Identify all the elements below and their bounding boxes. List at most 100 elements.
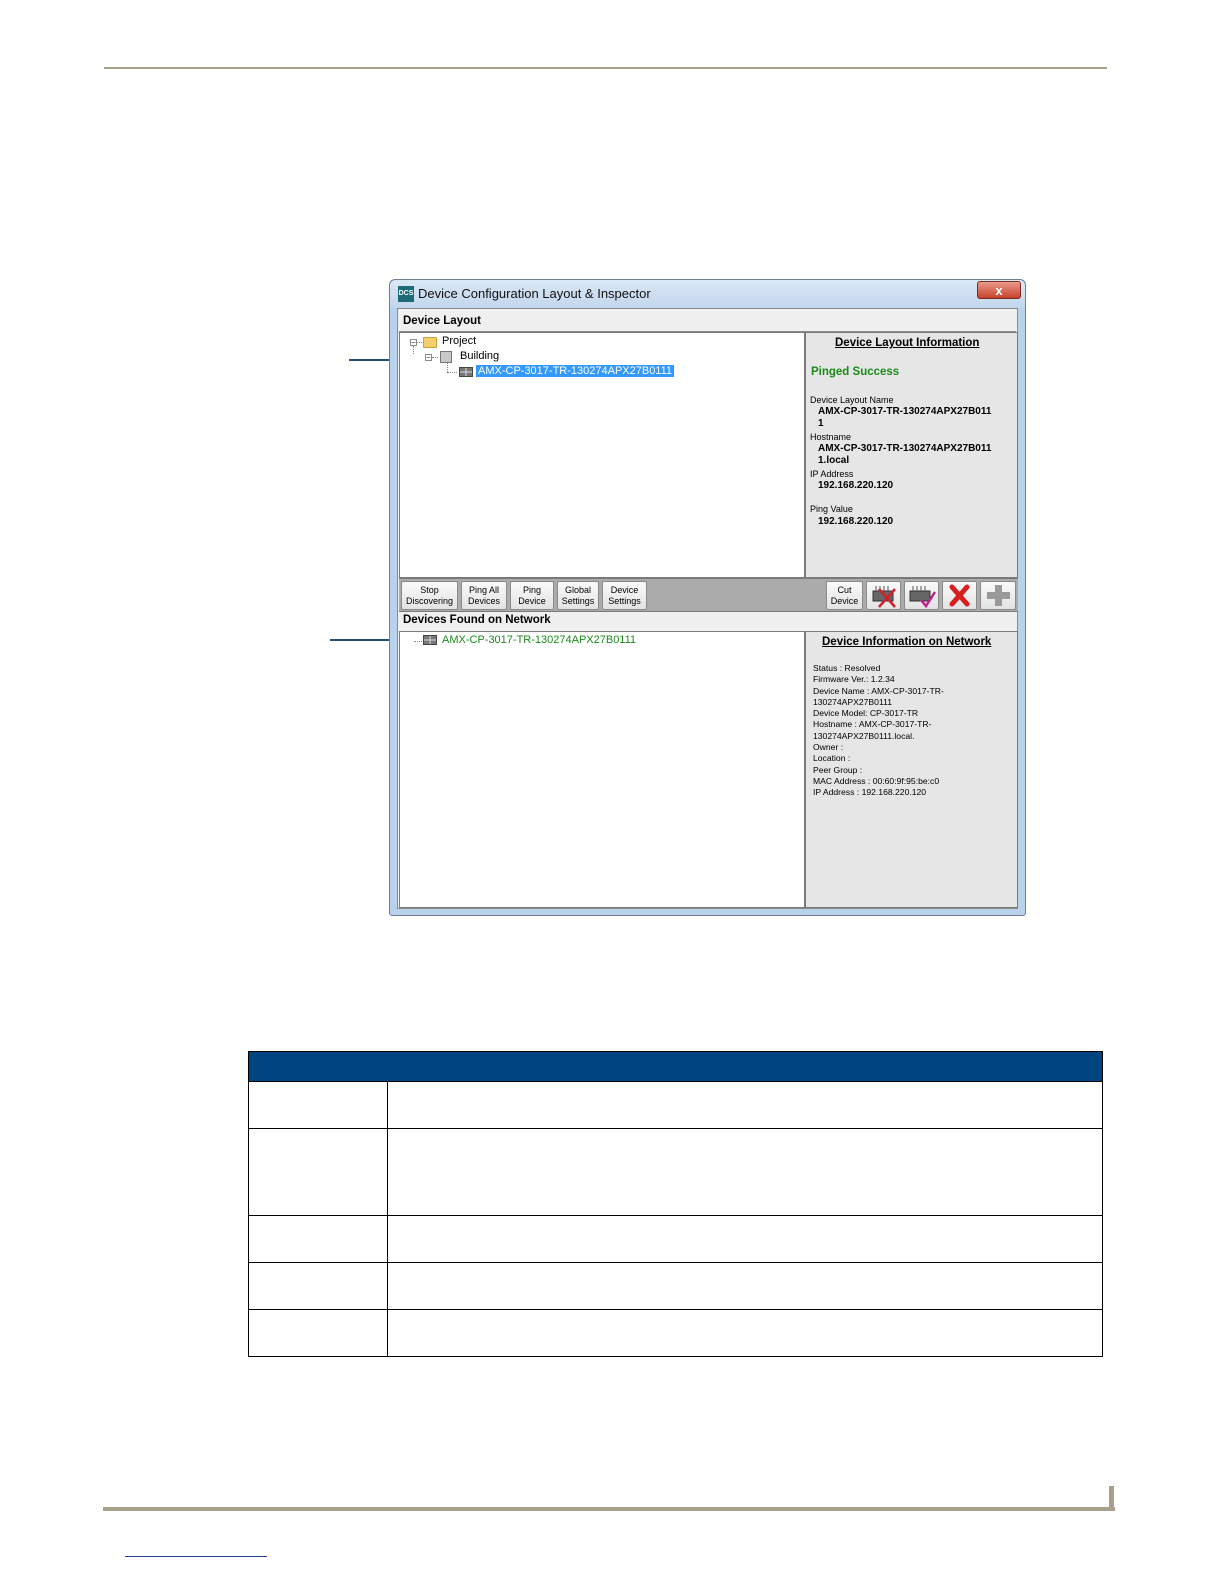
tree-connector [414, 641, 422, 642]
device-icon [423, 635, 437, 645]
table-row [248, 1262, 1103, 1310]
button-label: Device [518, 596, 546, 606]
button-label: Cut [837, 585, 852, 595]
network-device-item[interactable]: AMX-CP-3017-TR-130274APX27B0111 [442, 634, 636, 646]
building-icon [440, 351, 452, 363]
title-bar[interactable]: DCS Device Configuration Layout & Inspec… [390, 280, 1025, 308]
devices-found-list[interactable]: AMX-CP-3017-TR-130274APX27B0111 [399, 631, 805, 908]
mac-address-line: MAC Address : 00:60:9f:95:be:c0 [813, 775, 940, 786]
tree-connector [432, 357, 438, 358]
button-label: Settings [561, 596, 595, 606]
tree-connector [447, 372, 457, 373]
hostname-label: Hostname [810, 432, 852, 442]
footer-link-underline[interactable] [125, 1556, 267, 1557]
footer-rule-corner [1109, 1486, 1114, 1511]
ping-value: 192.168.220.120 [818, 516, 894, 527]
close-button[interactable]: x [977, 281, 1021, 299]
table-cell [248, 1215, 388, 1263]
remove-device-icon [872, 586, 896, 608]
tree-connector [447, 363, 448, 372]
button-label: Global [564, 585, 591, 595]
hostname-value-cont: 1.local [818, 455, 850, 466]
location-line: Location : [813, 753, 851, 764]
device-layout-info-title: Device Layout Information [835, 337, 980, 349]
device-layout-info-panel: Device Layout Information Pinged Success… [805, 332, 1018, 578]
layout-name-value: AMX-CP-3017-TR-130274APX27B011 [818, 406, 992, 417]
network-info-details: Status : Resolved Firmware Ver.: 1.2.34 … [813, 663, 944, 799]
device-name-line: Device Name : AMX-CP-3017-TR- [813, 685, 944, 696]
table-header [248, 1051, 1103, 1082]
device-name-line-cont: 130274APX27B0111 [813, 696, 893, 707]
table-cell [248, 1128, 388, 1216]
delete-button[interactable] [942, 581, 977, 610]
table-cell [387, 1081, 1103, 1129]
devices-found-label: Devices Found on Network [403, 614, 551, 626]
button-label: Ping [522, 585, 541, 595]
ip-address-label: IP Address [810, 469, 854, 479]
table-cell [248, 1309, 388, 1357]
table-cell [387, 1309, 1103, 1357]
collapse-building-icon[interactable]: − [425, 354, 432, 362]
button-label: Stop [420, 585, 439, 595]
footer-rule [103, 1507, 1115, 1511]
owner-line: Owner : [813, 742, 844, 753]
hostname-value: AMX-CP-3017-TR-130274APX27B011 [818, 443, 992, 454]
ping-all-devices-button[interactable]: Ping All Devices [461, 581, 507, 610]
check-device-button[interactable] [904, 581, 939, 610]
table-cell [387, 1128, 1103, 1216]
layout-name-value-cont: 1 [818, 418, 824, 429]
check-device-icon [909, 586, 937, 609]
device-settings-button[interactable]: Device Settings [602, 581, 647, 610]
button-label: Device [610, 585, 639, 595]
device-icon [459, 367, 473, 377]
hostname-line: Hostname : AMX-CP-3017-TR- [813, 719, 932, 730]
device-layout-tree[interactable]: − Project − Building AMX-CP-3017-TR-1302… [399, 332, 805, 578]
table-cell [248, 1081, 388, 1129]
tree-item-project[interactable]: Project [442, 335, 476, 347]
remove-device-button[interactable] [866, 581, 901, 610]
button-label: Devices [467, 596, 500, 606]
add-icon [987, 585, 1010, 606]
peer-group-line: Peer Group : [813, 764, 863, 775]
tree-item-building[interactable]: Building [460, 350, 499, 362]
window-title: Device Configuration Layout & Inspector [418, 286, 651, 301]
table-row [248, 1309, 1103, 1357]
table-row [248, 1215, 1103, 1263]
cut-device-button[interactable]: Cut Device [826, 581, 863, 610]
table-cell [387, 1262, 1103, 1310]
description-table [248, 1051, 1103, 1357]
button-label: Ping All [468, 585, 500, 595]
ping-value-label: Ping Value [810, 504, 853, 514]
layout-name-label: Device Layout Name [810, 395, 894, 405]
ip-address-line: IP Address : 192.168.220.120 [813, 787, 927, 798]
table-cell [248, 1262, 388, 1310]
stop-discovering-button[interactable]: Stop Discovering [401, 581, 458, 610]
button-label: Settings [608, 596, 641, 606]
delete-icon [949, 584, 970, 607]
global-settings-button[interactable]: Global Settings [557, 581, 599, 610]
table-row [248, 1128, 1103, 1216]
network-info-title: Device Information on Network [822, 636, 992, 648]
button-label: Discovering [405, 596, 454, 606]
ping-device-button[interactable]: Ping Device [510, 581, 554, 610]
app-icon: DCS [398, 286, 414, 302]
tree-connector [413, 346, 414, 354]
add-button[interactable] [980, 581, 1016, 610]
status-line: Status : Resolved [813, 663, 881, 673]
table-cell [387, 1215, 1103, 1263]
firmware-line: Firmware Ver.: 1.2.34 [813, 674, 895, 685]
collapse-project-icon[interactable]: − [410, 339, 417, 347]
button-label: Device [830, 596, 859, 606]
tree-item-device[interactable]: AMX-CP-3017-TR-130274APX27B0111 [476, 365, 675, 377]
ping-status: Pinged Success [811, 366, 900, 378]
header-rule [104, 67, 1107, 69]
table-row [248, 1081, 1103, 1129]
folder-icon [423, 337, 437, 348]
device-model-line: Device Model: CP-3017-TR [813, 708, 919, 719]
device-network-info-panel: Device Information on Network Status : R… [805, 631, 1018, 908]
window-client: Device Layout − Project − Building AMX-C… [397, 308, 1018, 909]
app-window: DCS Device Configuration Layout & Inspec… [389, 279, 1026, 916]
device-layout-label: Device Layout [403, 315, 481, 327]
hostname-line-cont: 130274APX27B0111.local. [813, 730, 915, 741]
toolbar: Stop Discovering Ping All Devices Ping D… [399, 578, 1018, 612]
